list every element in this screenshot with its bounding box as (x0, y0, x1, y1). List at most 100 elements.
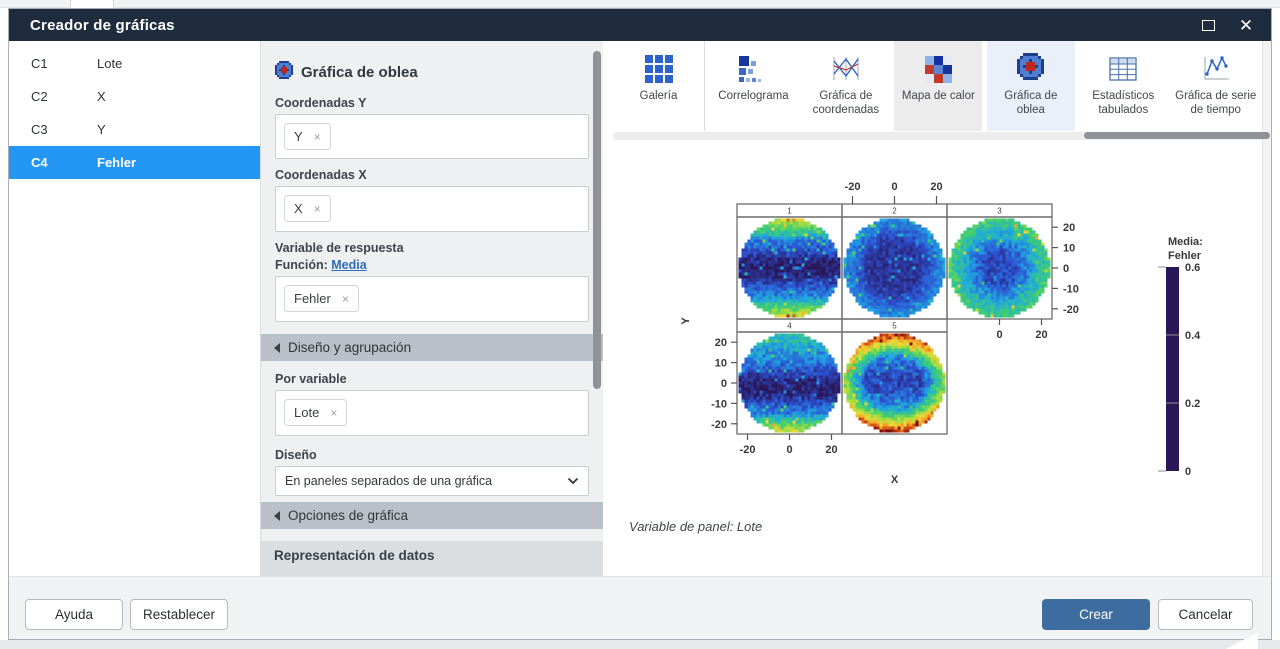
layout-select[interactable]: En paneles separados de una gráfica (275, 466, 589, 496)
section-title: Opciones de gráfica (288, 508, 408, 523)
column-id: C4 (31, 155, 97, 170)
time-series-icon (1199, 52, 1233, 86)
svg-text:20: 20 (1063, 222, 1075, 234)
dialog-title: Creador de gráficas (30, 17, 175, 34)
function-label: Función: (275, 258, 328, 272)
desktop-bottom-strip (0, 640, 1280, 649)
chip-label: Y (294, 129, 303, 144)
response-label: Variable de respuesta (275, 240, 589, 257)
help-button[interactable]: Ayuda (25, 599, 123, 630)
svg-text:Fehler: Fehler (1168, 250, 1202, 262)
column-list: C1 Lote C2 X C3 Y C4 Fehler (9, 41, 261, 576)
wafer-chart: 12345-20020-2002002020100-10-2020100-10-… (613, 141, 1262, 584)
svg-text:3: 3 (997, 207, 1002, 216)
remove-icon[interactable]: × (314, 130, 321, 144)
parallel-coordinates-icon (829, 52, 863, 86)
column-row-c3[interactable]: C3 Y (9, 113, 260, 146)
correlogram-icon (736, 52, 770, 86)
svg-text:0: 0 (721, 378, 727, 390)
svg-text:-10: -10 (1063, 283, 1079, 295)
by-variable-label: Por variable (275, 372, 589, 386)
column-name: X (97, 89, 106, 104)
section-graph-options[interactable]: Opciones de gráfica (261, 502, 603, 529)
svg-text:2: 2 (892, 207, 897, 216)
svg-text:0: 0 (786, 444, 792, 456)
gallery-tile-label: Galería (613, 89, 704, 103)
section-design-grouping[interactable]: Diseño y agrupación (261, 334, 603, 361)
collapse-icon (274, 343, 280, 353)
coord-y-label: Coordenadas Y (275, 96, 589, 110)
coord-x-field[interactable]: X × (275, 186, 589, 232)
svg-text:0: 0 (996, 329, 1002, 341)
chip-label: X (294, 201, 303, 216)
close-button[interactable]: ✕ (1229, 9, 1263, 41)
remove-icon[interactable]: × (342, 292, 349, 306)
gallery-tile-label: Estadísticos tabulados (1079, 89, 1167, 117)
column-name: Y (97, 122, 106, 137)
heatmap-icon (921, 52, 955, 86)
tabulated-statistics-icon (1106, 52, 1140, 86)
svg-text:10: 10 (715, 358, 727, 370)
column-row-c4[interactable]: C4 Fehler (9, 146, 260, 179)
gallery-tile-mapa-de-calor[interactable]: Mapa de calor (894, 41, 982, 131)
gallery-tile-correlograma[interactable]: Correlograma (709, 41, 797, 131)
column-name: Fehler (97, 155, 136, 170)
gallery-tile-galeria[interactable]: Galería (613, 41, 705, 131)
dialog-titlebar[interactable]: Creador de gráficas ✕ (9, 9, 1271, 41)
svg-text:20: 20 (715, 337, 727, 349)
dialog-footer: Ayuda Restablecer Crear Cancelar (9, 576, 1271, 639)
gallery-scrollbar-thumb[interactable] (1084, 132, 1270, 139)
cancel-button[interactable]: Cancelar (1158, 599, 1253, 630)
gallery-tile-serie-de-tiempo[interactable]: Gráfica de serie de tiempo (1172, 41, 1260, 131)
chip-x[interactable]: X × (284, 195, 331, 222)
coord-y-field[interactable]: Y × (275, 114, 589, 159)
by-variable-field[interactable]: Lote × (275, 390, 589, 436)
chip-lote[interactable]: Lote × (284, 399, 347, 426)
maximize-button[interactable] (1191, 9, 1225, 41)
preview-scrollbar[interactable] (1262, 41, 1271, 576)
response-field[interactable]: Fehler × (275, 276, 589, 322)
reset-button[interactable]: Restablecer (130, 599, 228, 630)
desktop-corner-notch (1226, 632, 1258, 649)
svg-text:4: 4 (787, 322, 792, 331)
chip-fehler[interactable]: Fehler × (284, 285, 359, 312)
svg-text:-10: -10 (711, 398, 727, 410)
dialog-body: C1 Lote C2 X C3 Y C4 Fehler (9, 41, 1271, 576)
maximize-icon (1202, 20, 1215, 31)
svg-text:X: X (891, 474, 899, 486)
graph-type-gallery: Galería Correlograma (613, 41, 1262, 140)
wafer-chart-preview: 12345-20020-2002002020100-10-2020100-10-… (613, 141, 1262, 576)
builder-scrollbar[interactable] (593, 51, 601, 389)
column-row-c2[interactable]: C2 X (9, 80, 260, 113)
column-id: C2 (31, 89, 97, 104)
wafer-plot-icon (275, 61, 293, 83)
create-button[interactable]: Crear (1042, 599, 1150, 630)
svg-text:0: 0 (1063, 263, 1069, 275)
remove-icon[interactable]: × (330, 406, 337, 420)
svg-text:10: 10 (1063, 243, 1075, 255)
function-link[interactable]: Media (331, 258, 366, 272)
section-data-representation[interactable]: Representación de datos (261, 541, 603, 576)
gallery-tile-coordenadas[interactable]: Gráfica de coordenadas (802, 41, 890, 131)
chevron-down-icon (567, 477, 579, 485)
layout-select-value: En paneles separados de una gráfica (285, 474, 492, 488)
gallery-tile-grafica-de-oblea[interactable]: Gráfica de oblea (987, 41, 1075, 131)
gallery-tile-label: Gráfica de oblea (987, 89, 1075, 117)
gallery-tile-estadisticos-tabulados[interactable]: Estadísticos tabulados (1079, 41, 1167, 131)
desktop-top-strip (0, 0, 1280, 8)
gallery-grid-icon (642, 52, 676, 86)
gallery-tile-label: Gráfica de serie de tiempo (1172, 89, 1260, 117)
chip-y[interactable]: Y × (284, 123, 331, 150)
svg-text:20: 20 (825, 444, 837, 456)
preview-panel: Galería Correlograma (604, 41, 1262, 576)
gallery-tile-label: Correlograma (709, 89, 797, 103)
svg-text:-20: -20 (845, 181, 861, 193)
remove-icon[interactable]: × (314, 202, 321, 216)
svg-text:Media:: Media: (1168, 236, 1203, 248)
column-row-c1[interactable]: C1 Lote (9, 47, 260, 80)
coord-x-label: Coordenadas X (275, 168, 589, 182)
column-id: C1 (31, 56, 97, 71)
builder-header: Gráfica de oblea (275, 61, 589, 83)
section-title: Diseño y agrupación (288, 340, 411, 355)
builder-panel: Gráfica de oblea Coordenadas Y Y × Coord… (261, 41, 603, 576)
